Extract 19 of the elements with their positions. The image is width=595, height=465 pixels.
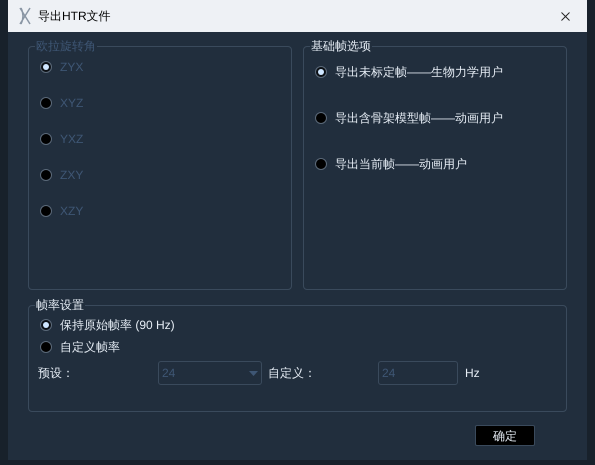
option-label: 导出含骨架模型帧——动画用户 — [335, 110, 503, 127]
radio-button[interactable] — [315, 66, 327, 78]
option-label: 自定义帧率 — [60, 339, 120, 356]
radio-button[interactable] — [40, 341, 52, 353]
option-label: 保持原始帧率 (90 Hz) — [60, 317, 175, 334]
dropdown-arrow-icon — [249, 370, 258, 376]
app-logo-icon — [18, 7, 32, 25]
radio-button[interactable] — [315, 158, 327, 170]
radio-button[interactable] — [40, 319, 52, 331]
unit-label: Hz — [465, 365, 480, 382]
ok-button[interactable]: 确定 — [475, 425, 535, 446]
group-title: 基础帧选项 — [310, 38, 372, 54]
option-label: 导出未标定帧——生物力学用户 — [335, 64, 503, 81]
custom-label: 自定义： — [268, 365, 317, 382]
preset-label: 预设： — [38, 365, 75, 382]
group-title: 帧率设置 — [35, 297, 85, 313]
window-title: 导出HTR文件 — [38, 8, 111, 25]
option-label: 导出当前帧——动画用户 — [335, 156, 467, 173]
radio-button[interactable] — [315, 112, 327, 124]
